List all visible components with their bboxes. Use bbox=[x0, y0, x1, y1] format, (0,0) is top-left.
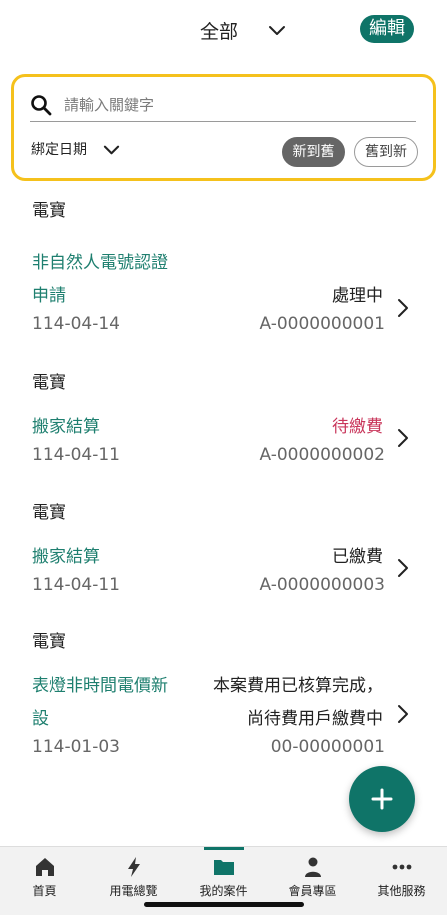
nav-label: 我的案件 bbox=[199, 884, 248, 898]
case-date: 114-01-03 bbox=[32, 737, 120, 757]
nav-usage-overview[interactable]: 用電總覽 bbox=[89, 847, 178, 907]
case-status: 已繳費 bbox=[332, 547, 383, 567]
category-filter-dropdown[interactable]: 全部 bbox=[200, 14, 286, 46]
category-filter-label: 全部 bbox=[200, 20, 239, 43]
case-number: A-0000000003 bbox=[259, 575, 385, 595]
search-panel: 綁定日期 新到舊 舊到新 bbox=[11, 74, 436, 181]
chevron-down-icon bbox=[269, 26, 286, 35]
case-company: 電寶 bbox=[32, 503, 66, 523]
home-indicator bbox=[144, 902, 304, 907]
case-status: 尚待費用戶繳費中 bbox=[247, 709, 383, 729]
folder-icon bbox=[213, 860, 234, 875]
case-company: 電寶 bbox=[32, 201, 66, 221]
nav-label: 會員專區 bbox=[288, 884, 337, 898]
case-status: 本案費用已核算完成， bbox=[213, 676, 383, 696]
nav-other-services[interactable]: 其他服務 bbox=[357, 847, 446, 907]
chevron-right-icon bbox=[398, 429, 408, 447]
case-title: 設 bbox=[32, 709, 49, 729]
lightning-icon bbox=[127, 857, 140, 877]
case-title: 非自然人電號認證 bbox=[32, 253, 168, 273]
chevron-right-icon bbox=[398, 299, 408, 317]
date-filter-label: 綁定日期 bbox=[31, 142, 87, 158]
case-number: 00-00000001 bbox=[270, 737, 385, 757]
case-date: 114-04-11 bbox=[32, 445, 120, 465]
sort-new-to-old-button[interactable]: 新到舊 bbox=[282, 137, 345, 167]
case-title: 搬家結算 bbox=[32, 547, 100, 567]
case-title: 申請 bbox=[32, 286, 66, 306]
nav-label: 用電總覽 bbox=[109, 884, 158, 898]
nav-label: 其他服務 bbox=[377, 884, 426, 898]
plus-icon bbox=[371, 788, 393, 810]
chevron-right-icon bbox=[398, 705, 408, 723]
case-status: 待繳費 bbox=[332, 417, 383, 437]
case-title: 表燈非時間電價新 bbox=[32, 676, 168, 696]
edit-button[interactable]: 編輯 bbox=[360, 15, 414, 43]
person-icon bbox=[304, 857, 321, 877]
case-date: 114-04-14 bbox=[32, 314, 120, 334]
sort-old-to-new-button[interactable]: 舊到新 bbox=[354, 137, 418, 167]
more-icon bbox=[392, 864, 411, 870]
add-case-button[interactable] bbox=[349, 766, 415, 832]
chevron-right-icon bbox=[398, 559, 408, 577]
case-number: A-0000000001 bbox=[259, 314, 385, 334]
case-company: 電寶 bbox=[32, 373, 66, 393]
case-company: 電寶 bbox=[32, 632, 66, 652]
search-input[interactable] bbox=[64, 96, 384, 114]
chevron-down-icon bbox=[103, 145, 120, 154]
search-icon bbox=[31, 95, 52, 116]
home-icon bbox=[35, 858, 54, 876]
case-title: 搬家結算 bbox=[32, 417, 100, 437]
nav-member-area[interactable]: 會員專區 bbox=[268, 847, 357, 907]
nav-my-cases[interactable]: 我的案件 bbox=[179, 847, 268, 907]
nav-label: 首頁 bbox=[32, 884, 57, 898]
case-number: A-0000000002 bbox=[259, 445, 385, 465]
case-status: 處理中 bbox=[332, 286, 383, 306]
header: 全部 編輯 bbox=[0, 0, 447, 62]
active-tab-indicator bbox=[203, 847, 244, 850]
date-filter-dropdown[interactable]: 綁定日期 bbox=[31, 139, 120, 159]
nav-home[interactable]: 首頁 bbox=[0, 847, 89, 907]
search-bar bbox=[30, 89, 416, 122]
sort-row: 綁定日期 新到舊 舊到新 bbox=[31, 137, 419, 167]
case-date: 114-04-11 bbox=[32, 575, 120, 595]
